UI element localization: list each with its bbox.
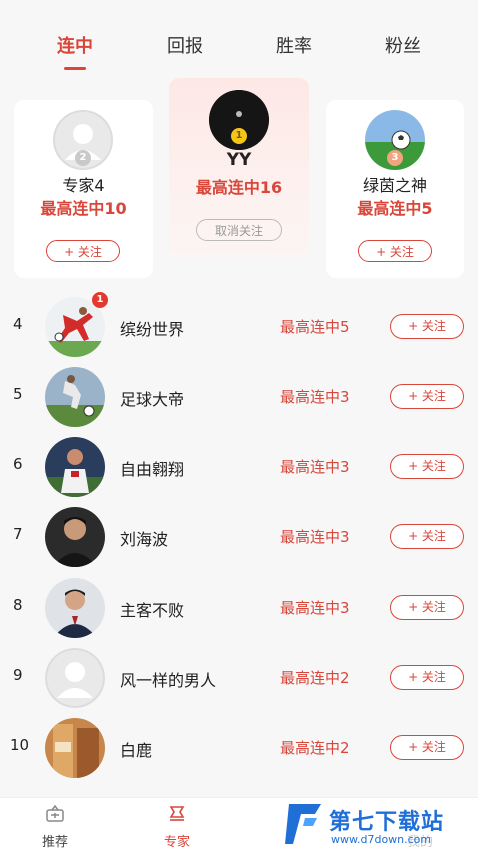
follow-button[interactable]: + 关注 <box>390 524 464 549</box>
unfollow-button[interactable]: 取消关注 <box>196 219 282 241</box>
notification-badge: 1 <box>92 292 108 308</box>
expert-name: 足球大帝 <box>120 390 185 409</box>
avatar <box>45 648 105 708</box>
rank-badge: 3 <box>387 150 403 166</box>
rank-number: 4 <box>13 315 23 333</box>
podium-card-first[interactable]: 1 YY 最高连中16 取消关注 <box>169 78 309 258</box>
list-item[interactable]: 8 主客不败 最高连中3 + 关注 <box>0 573 478 643</box>
nav-label: 专家 <box>163 835 190 850</box>
experts-icon <box>169 806 185 821</box>
avatar <box>45 437 105 497</box>
follow-button[interactable]: + 关注 <box>390 454 464 479</box>
follow-button[interactable]: + 关注 <box>390 314 464 339</box>
streak-text: 最高连中3 <box>280 458 350 476</box>
avatar <box>45 367 105 427</box>
streak-text: 最高连中10 <box>40 199 127 218</box>
rank-badge: 2 <box>75 150 91 166</box>
expert-name: 风一样的男人 <box>120 671 217 690</box>
list-item[interactable]: 6 自由翱翔 最高连中3 + 关注 <box>0 432 478 502</box>
list-item[interactable]: 4 1 缤纷世界 最高连中5 + 关注 <box>0 292 478 362</box>
watermark-url: www.d7down.com <box>331 833 432 846</box>
follow-button[interactable]: + 关注 <box>390 735 464 760</box>
tab-streak[interactable]: 连中 <box>57 32 93 58</box>
expert-name: 白鹿 <box>120 741 153 760</box>
follow-button[interactable]: + 关注 <box>46 240 120 262</box>
expert-name: 刘海波 <box>120 530 169 549</box>
avatar <box>45 507 105 567</box>
list-item[interactable]: 5 足球大帝 最高连中3 + 关注 <box>0 362 478 432</box>
rank-number: 5 <box>13 385 23 403</box>
follow-button[interactable]: + 关注 <box>390 384 464 409</box>
ranking-tabs: 连中 回报 胜率 粉丝 <box>0 0 478 78</box>
list-item[interactable]: 7 刘海波 最高连中3 + 关注 <box>0 502 478 572</box>
rank-number: 10 <box>10 736 30 754</box>
streak-text: 最高连中2 <box>280 739 350 757</box>
streak-text: 最高连中5 <box>280 318 350 336</box>
list-item[interactable]: 9 风一样的男人 最高连中2 + 关注 <box>0 643 478 713</box>
nav-experts[interactable]: 专家 <box>137 798 217 851</box>
expert-name: 主客不败 <box>120 601 185 620</box>
rank-number: 7 <box>13 525 23 543</box>
tab-fans[interactable]: 粉丝 <box>385 32 421 58</box>
streak-text: 最高连中3 <box>280 599 350 617</box>
avatar <box>45 718 105 778</box>
expert-name: 缤纷世界 <box>120 320 185 339</box>
podium-card-third[interactable]: 3 绿茵之神 最高连中5 + 关注 <box>326 100 464 278</box>
expert-name: 自由翱翔 <box>120 460 185 479</box>
tab-return[interactable]: 回报 <box>167 32 203 58</box>
streak-text: 最高连中16 <box>195 178 283 197</box>
follow-button[interactable]: + 关注 <box>390 595 464 620</box>
rank-number: 8 <box>13 596 23 614</box>
avatar <box>45 578 105 638</box>
follow-button[interactable]: + 关注 <box>390 665 464 690</box>
expert-name: 绿茵之神 <box>362 176 427 195</box>
list-item[interactable]: 10 白鹿 最高连中2 + 关注 <box>0 713 478 783</box>
rank-number: 9 <box>13 666 23 684</box>
watermark-title: 第七下载站 <box>329 810 445 835</box>
streak-text: 最高连中2 <box>280 669 350 687</box>
nav-label: 推荐 <box>41 835 68 850</box>
recommend-icon <box>46 804 64 822</box>
default-user-icon <box>45 648 105 708</box>
rank-number: 6 <box>13 455 23 473</box>
rank-badge: 1 <box>231 128 247 144</box>
streak-text: 最高连中5 <box>357 199 433 218</box>
tab-win-rate[interactable]: 胜率 <box>276 32 312 58</box>
streak-text: 最高连中3 <box>280 388 350 406</box>
expert-name: YY <box>226 150 252 170</box>
nav-recommend[interactable]: 推荐 <box>15 798 95 851</box>
watermark-icon <box>285 804 321 844</box>
podium-card-second[interactable]: 2 专家4 最高连中10 + 关注 <box>14 100 153 278</box>
expert-name: 专家4 <box>62 176 105 195</box>
active-tab-indicator <box>64 67 86 70</box>
follow-button[interactable]: + 关注 <box>358 240 432 262</box>
streak-text: 最高连中3 <box>280 528 350 546</box>
watermark-logo: 第七下载站 www.d7down.com <box>283 800 478 850</box>
